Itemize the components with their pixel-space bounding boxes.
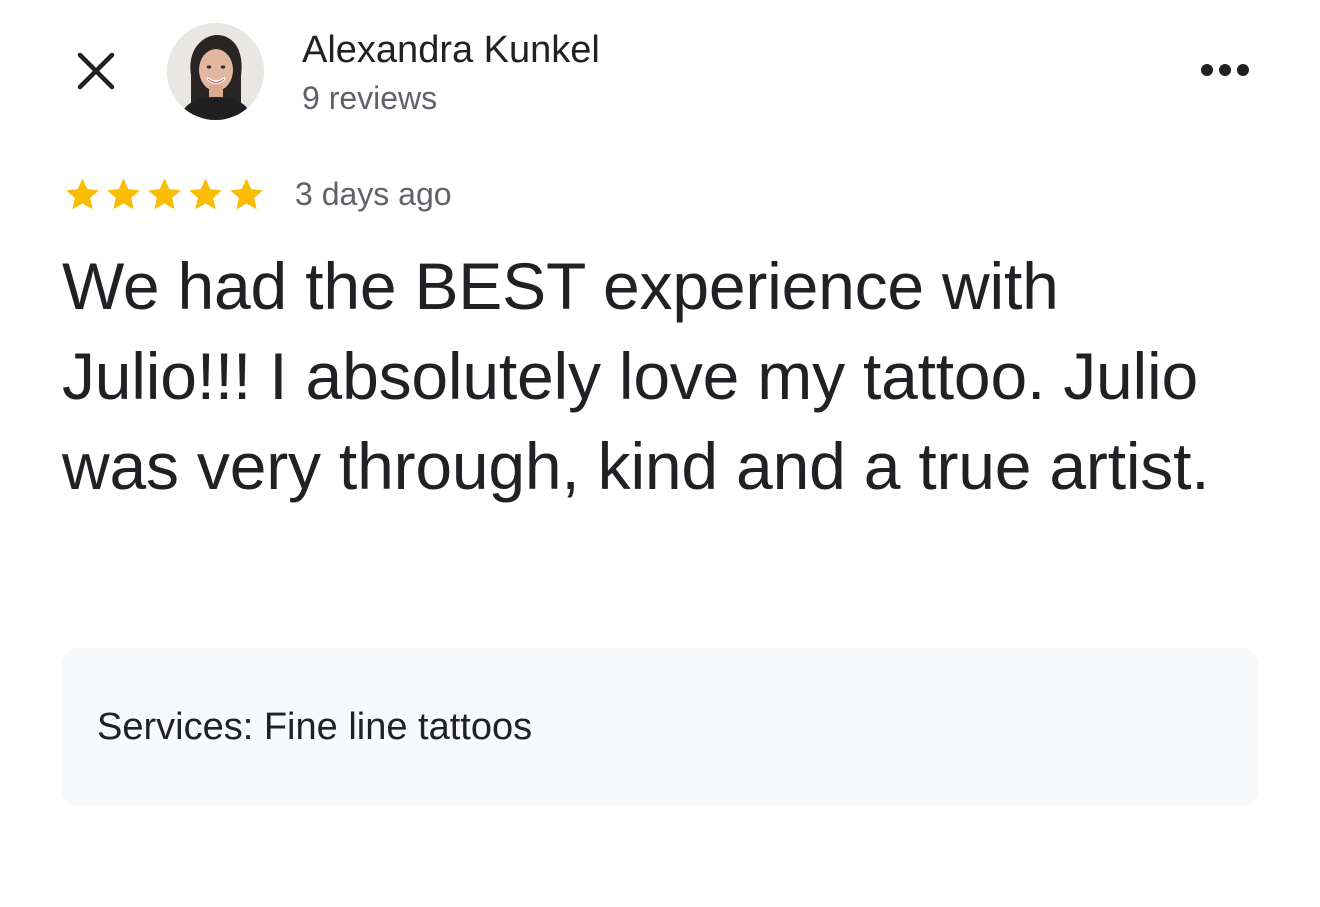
review-time: 3 days ago — [295, 176, 452, 212]
services-value: Fine line tattoos — [263, 706, 533, 748]
star-icon — [230, 178, 263, 210]
review-count[interactable]: 9 reviews — [302, 78, 437, 118]
reviewer-name[interactable]: Alexandra Kunkel — [302, 27, 600, 73]
more-horizontal-icon — [1200, 63, 1250, 82]
star-icon — [189, 178, 222, 210]
more-options-button[interactable] — [1192, 52, 1258, 92]
services-label: Services: — [97, 706, 254, 748]
services-line: Services: Fine line tattoos — [97, 704, 532, 750]
avatar[interactable] — [167, 23, 264, 120]
star-icon — [148, 178, 181, 210]
star-icon — [66, 178, 99, 210]
star-icon — [107, 178, 140, 210]
close-button[interactable] — [70, 47, 122, 99]
star-rating — [62, 175, 267, 215]
services-box: Services: Fine line tattoos — [61, 648, 1259, 806]
close-icon — [74, 49, 118, 98]
review-text: We had the BEST experience with Julio!!!… — [62, 249, 1210, 503]
